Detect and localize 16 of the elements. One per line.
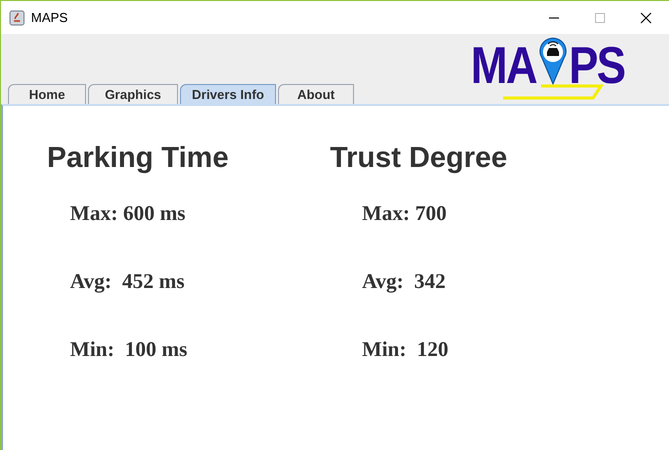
section-heading: Trust Degree — [330, 142, 508, 175]
stat-line: Avg: 452 ms — [70, 269, 186, 295]
tab[interactable]: Home — [8, 84, 86, 104]
window-title: MAPS — [31, 10, 68, 25]
tab[interactable]: Graphics — [88, 84, 178, 104]
section-heading: Parking Time — [47, 142, 230, 175]
tab[interactable]: About — [278, 84, 354, 104]
stat-line: Max: 600 ms — [70, 201, 186, 227]
tab[interactable]: Drivers Info — [180, 84, 276, 104]
stat-line: Min: 100 ms — [70, 337, 188, 363]
app-icon — [9, 10, 25, 26]
stat-line: Max: 700 — [362, 201, 448, 227]
logo: MA PS — [465, 36, 630, 100]
stat-line: Avg: 342 — [362, 269, 447, 295]
stat-line: Min: 120 — [362, 337, 450, 363]
close-icon[interactable] — [640, 12, 652, 24]
